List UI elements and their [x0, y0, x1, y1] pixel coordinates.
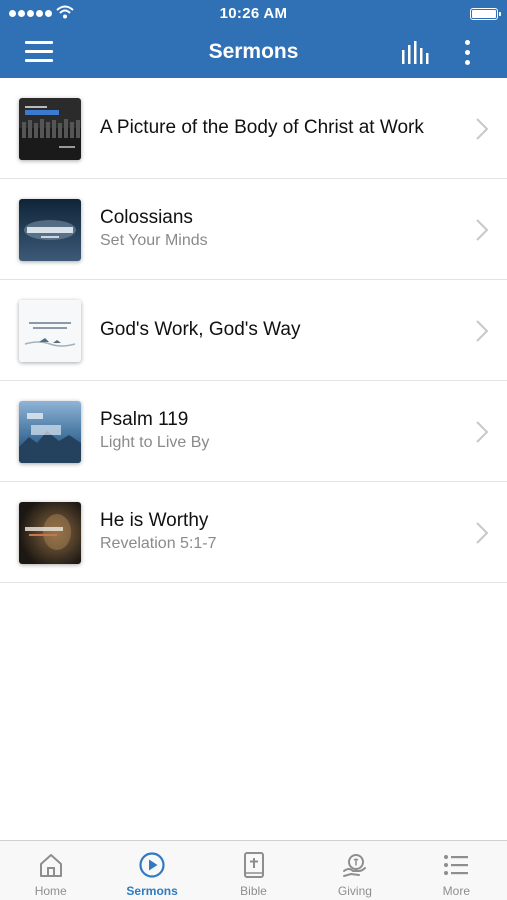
sermon-thumbnail: [19, 199, 81, 261]
top-bar: 10:26 AM Sermons: [0, 0, 507, 78]
chevron-right-icon: [476, 320, 488, 342]
sermon-subtitle: Revelation 5:1-7: [100, 535, 217, 552]
sermon-title: Colossians: [100, 207, 193, 228]
sermon-title: God's Work, God's Way: [100, 319, 301, 340]
status-time: 10:26 AM: [219, 5, 288, 22]
bible-icon: [243, 852, 264, 878]
tab-label: Giving: [337, 884, 372, 898]
sermon-thumbnail: [19, 300, 81, 362]
sermon-list: A Picture of the Body of Christ at Work …: [0, 78, 507, 583]
status-bar: 10:26 AM: [0, 0, 507, 26]
sermon-title: Psalm 119: [100, 409, 189, 430]
sermon-row[interactable]: A Picture of the Body of Christ at Work: [0, 78, 507, 179]
tab-bar: Home Sermons Bible Giving More: [0, 840, 507, 900]
giving-icon: [342, 854, 366, 877]
sermon-subtitle: Light to Live By: [100, 434, 210, 451]
page-title: Sermons: [208, 40, 299, 63]
sermon-title: A Picture of the Body of Christ at Work: [100, 117, 424, 138]
tab-home[interactable]: Home: [0, 841, 101, 900]
chevron-right-icon: [476, 522, 488, 544]
tab-bible[interactable]: Bible: [203, 841, 304, 900]
tab-more[interactable]: More: [406, 841, 507, 900]
sermon-row[interactable]: Colossians Set Your Minds: [0, 179, 507, 280]
battery-icon: [470, 8, 501, 20]
sermon-title: He is Worthy: [100, 510, 209, 531]
tab-label: More: [442, 884, 470, 898]
chevron-right-icon: [476, 421, 488, 443]
sermon-subtitle: Set Your Minds: [100, 232, 208, 249]
sermon-row[interactable]: God's Work, God's Way: [0, 280, 507, 381]
chevron-right-icon: [476, 219, 488, 241]
list-icon: [444, 855, 469, 875]
tab-giving[interactable]: Giving: [304, 841, 405, 900]
sermon-thumbnail: [19, 502, 81, 564]
tab-label: Home: [34, 884, 67, 898]
sermon-row[interactable]: He is Worthy Revelation 5:1-7: [0, 482, 507, 583]
sermon-thumbnail: [19, 401, 81, 463]
bar-chart-icon[interactable]: [400, 40, 430, 66]
sermon-row[interactable]: Psalm 119 Light to Live By: [0, 381, 507, 482]
tab-sermons[interactable]: Sermons: [101, 841, 202, 900]
sermon-thumbnail: [19, 98, 81, 160]
chevron-right-icon: [476, 118, 488, 140]
vertical-dots-icon[interactable]: [460, 38, 476, 68]
play-circle-icon: [139, 852, 165, 878]
tab-label: Sermons: [126, 884, 178, 898]
tab-label: Bible: [240, 884, 267, 898]
home-icon: [39, 854, 62, 877]
